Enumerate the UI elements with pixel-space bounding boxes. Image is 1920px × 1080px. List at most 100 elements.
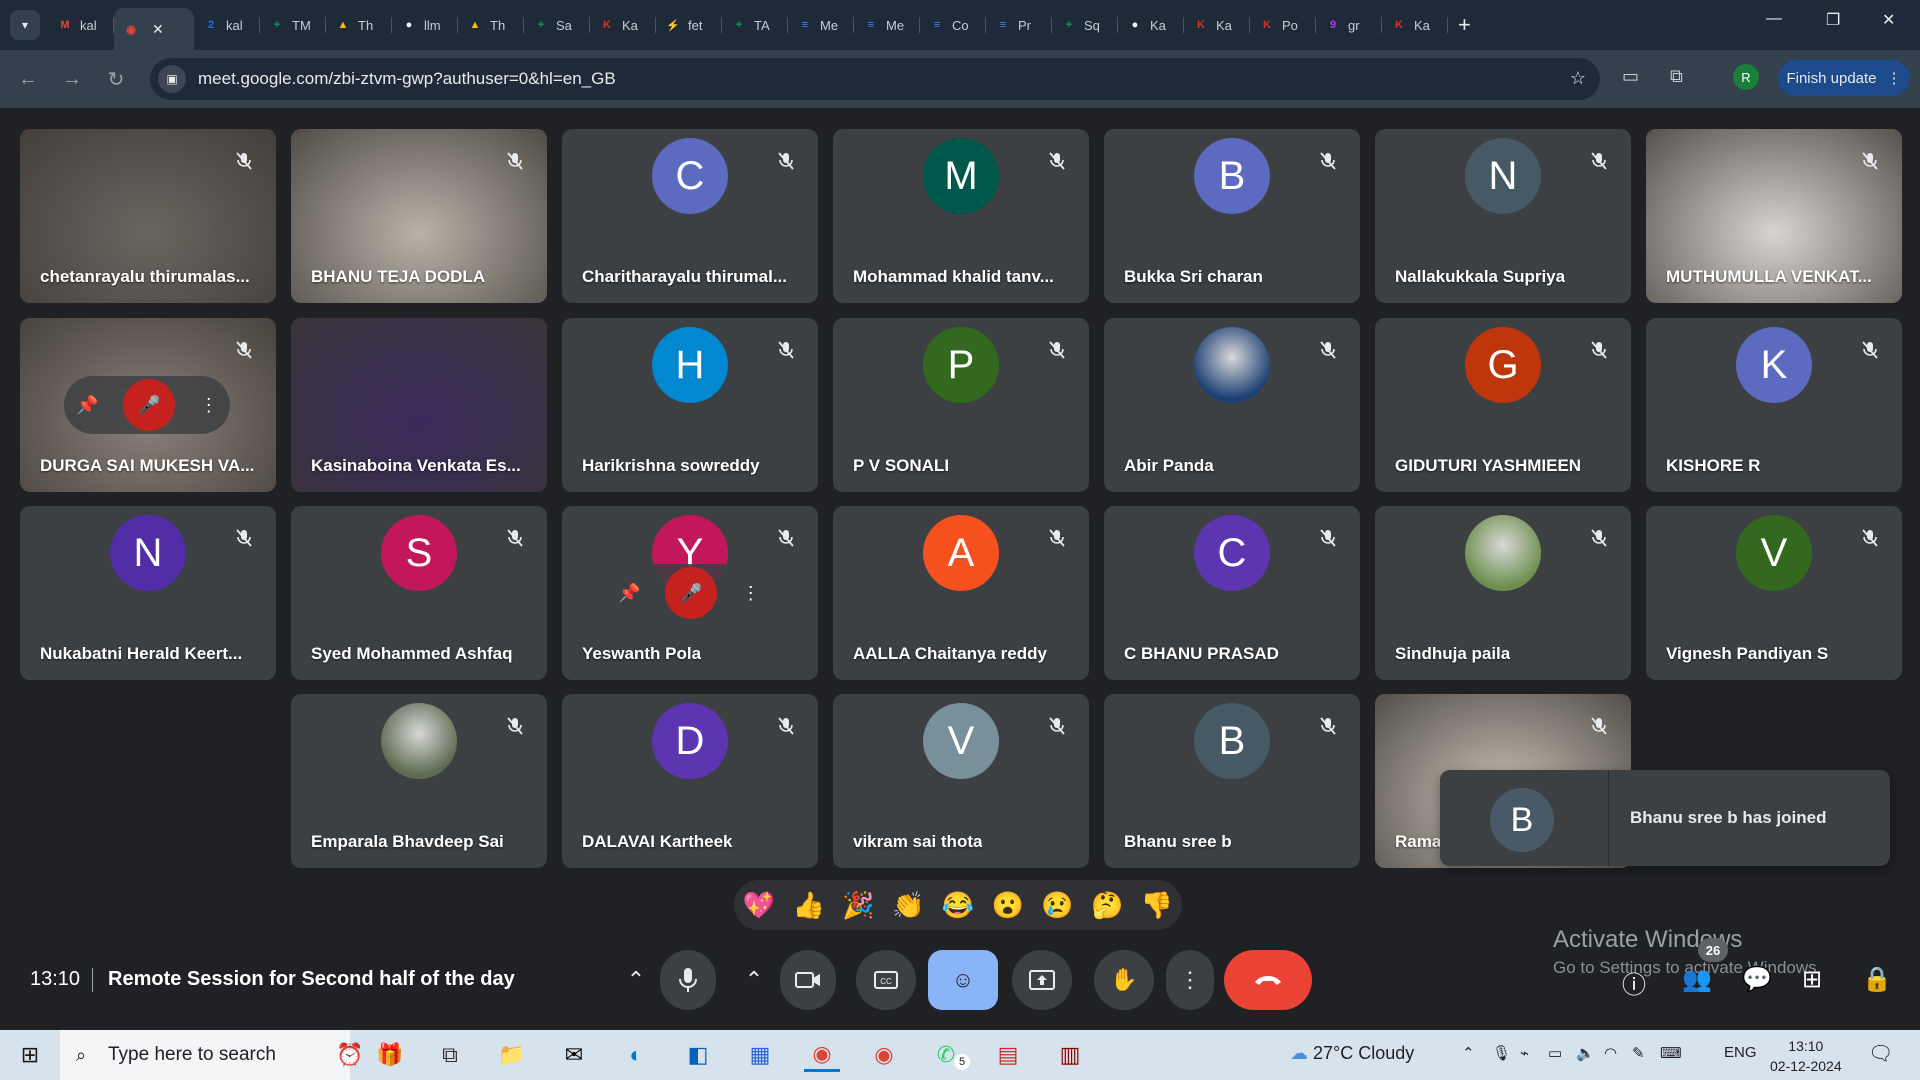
battery-icon[interactable]: ▭ (1548, 1044, 1562, 1062)
browser-tab[interactable]: + TM (260, 7, 326, 43)
minimize-icon[interactable]: — (1766, 10, 1782, 28)
participant-tile[interactable]: K KISHORE R (1646, 318, 1902, 492)
browser-tab[interactable]: K Ka (590, 7, 656, 43)
participant-tile[interactable]: M Mohammad khalid tanv... (833, 129, 1089, 303)
edge-icon[interactable]: ◐ (618, 1038, 654, 1072)
participant-tile[interactable]: Y 📌 🎤 ⋮ Yeswanth Pola (562, 506, 818, 680)
participant-tile[interactable]: B Bukka Sri charan (1104, 129, 1360, 303)
reaction-emoji[interactable]: 😢 (1041, 890, 1073, 921)
browser-tab[interactable]: ≡ Co (920, 7, 986, 43)
back-icon[interactable]: ← (6, 68, 50, 91)
reaction-emoji[interactable]: 💖 (743, 890, 775, 921)
raise-hand-button[interactable]: ✋ (1094, 950, 1154, 1010)
more-options-button[interactable]: ⋮ (1166, 950, 1214, 1010)
participant-tile[interactable]: B Bhanu sree b (1104, 694, 1360, 868)
video-options-chevron[interactable]: ⌃ (728, 950, 780, 1010)
participant-tile[interactable]: H Harikrishna sowreddy (562, 318, 818, 492)
browser-tab[interactable]: K Ka (1184, 7, 1250, 43)
browser-tab[interactable]: K Po (1250, 7, 1316, 43)
notifications-icon[interactable]: 🗨 (1868, 1041, 1893, 1066)
extensions-icon[interactable]: ⧉ (1670, 66, 1683, 87)
browser-tab[interactable]: ≡ Me (854, 7, 920, 43)
participant-tile[interactable]: Sindhuja paila (1375, 506, 1631, 680)
camera-button[interactable] (780, 950, 836, 1010)
mic-tray-icon[interactable]: 🎙 (1492, 1044, 1511, 1062)
close-tab-icon[interactable]: ✕ (152, 21, 164, 38)
participant-tile[interactable]: N Nukabatni Herald Keert... (20, 506, 276, 680)
reaction-emoji[interactable]: 👏 (892, 890, 924, 921)
language-indicator[interactable]: ENG (1724, 1044, 1757, 1061)
taskbar-clock[interactable]: 13:10 02-12-2024 (1770, 1036, 1842, 1076)
pin-icon[interactable]: 📌 (618, 583, 640, 604)
close-window-icon[interactable]: ✕ (1882, 10, 1895, 30)
store-icon[interactable]: ▦ (742, 1038, 778, 1072)
host-controls-icon[interactable]: 🔒 (1862, 965, 1892, 994)
captions-button[interactable]: CC (856, 950, 916, 1010)
meeting-details-icon[interactable]: ⓘ (1622, 965, 1646, 1000)
participant-tile[interactable]: C C BHANU PRASAD (1104, 506, 1360, 680)
reaction-emoji[interactable]: 👍 (792, 890, 824, 921)
browser-tab[interactable]: + Sq (1052, 7, 1118, 43)
app-icon[interactable]: ▤ (990, 1038, 1026, 1072)
audio-options-chevron[interactable]: ⌃ (610, 950, 662, 1010)
participant-tile[interactable]: BHANU TEJA DODLA (291, 129, 547, 303)
browser-tab[interactable]: ≡ Me (788, 7, 854, 43)
reaction-emoji[interactable]: 🎉 (842, 890, 874, 921)
url-text[interactable]: meet.google.com/zbi-ztvm-gwp?authuser=0&… (198, 69, 616, 89)
browser-tab[interactable]: 9 gr (1316, 7, 1382, 43)
mute-participant-button[interactable]: 🎤 (123, 379, 176, 431)
pen-icon[interactable]: ✎ (1632, 1044, 1645, 1062)
finish-update-button[interactable]: Finish update ⋮ (1778, 60, 1910, 96)
show-hidden-icons[interactable]: ⌃ (1462, 1044, 1475, 1062)
new-tab-button[interactable]: + (1458, 12, 1471, 38)
volume-icon[interactable]: 🔈 (1576, 1044, 1595, 1062)
browser-tab[interactable]: K Ka (1382, 7, 1448, 43)
taskbar-search[interactable]: ⌕ Type here to search ⏰ (60, 1030, 363, 1080)
chrome-icon[interactable]: ◉ (804, 1038, 840, 1072)
present-screen-button[interactable] (1012, 950, 1072, 1010)
chat-icon[interactable]: 💬 (1742, 965, 1772, 994)
browser-tab[interactable]: ◉ ✕ (114, 8, 194, 50)
mail-icon[interactable]: ✉ (556, 1038, 592, 1072)
participant-tile[interactable]: Abir Panda (1104, 318, 1360, 492)
microphone-button[interactable] (660, 950, 716, 1010)
address-bar[interactable]: ▣ meet.google.com/zbi-ztvm-gwp?authuser=… (150, 58, 1600, 100)
participant-tile[interactable]: N Nallakukkala Supriya (1375, 129, 1631, 303)
participant-tile[interactable]: S Syed Mohammed Ashfaq (291, 506, 547, 680)
task-view-icon[interactable]: ⧉ (432, 1038, 468, 1072)
participant-tile[interactable]: Emparala Bhavdeep Sai (291, 694, 547, 868)
profile-avatar[interactable]: R (1733, 64, 1759, 90)
more-vert-icon[interactable]: ⋮ (200, 395, 218, 416)
pin-icon[interactable]: 📌 (76, 395, 98, 416)
site-info-icon[interactable]: ▣ (158, 65, 186, 93)
network-icon[interactable]: ⌁ (1520, 1044, 1529, 1062)
outlook-icon[interactable]: ◧ (680, 1038, 716, 1072)
participant-tile[interactable]: C Charitharayalu thirumal... (562, 129, 818, 303)
participant-tile[interactable]: Vvikram sai thota (833, 694, 1089, 868)
browser-tab[interactable]: ▲ Th (458, 7, 524, 43)
gift-icon[interactable]: 🎁 (372, 1038, 408, 1072)
mute-participant-button[interactable]: 🎤 (665, 567, 718, 619)
participant-tile[interactable]: 📌 🎤 ⋮ DURGA SAI MUKESH VA... (20, 318, 276, 492)
wifi-icon[interactable]: ◠ (1604, 1044, 1617, 1062)
browser-tab[interactable]: ● llm (392, 7, 458, 43)
keyboard-icon[interactable]: ⌨ (1660, 1044, 1682, 1062)
participant-tile[interactable]: D DALAVAI Kartheek (562, 694, 818, 868)
browser-tab[interactable]: + TA (722, 7, 788, 43)
restore-icon[interactable]: ❐ (1826, 10, 1840, 30)
browser-tab[interactable]: ≡ Pr (986, 7, 1052, 43)
file-explorer-icon[interactable]: 📁 (494, 1038, 530, 1072)
participant-tile[interactable]: A AALLA Chaitanya reddy (833, 506, 1089, 680)
participant-tile[interactable]: V Vignesh Pandiyan S (1646, 506, 1902, 680)
reload-icon[interactable]: ↻ (94, 67, 138, 92)
emoji-reactions-button[interactable]: ☺ (928, 950, 998, 1010)
browser-tab[interactable]: ⚡ fet (656, 7, 722, 43)
cast-icon[interactable]: ▭ (1622, 66, 1639, 87)
reaction-emoji[interactable]: 😮 (992, 890, 1024, 921)
reaction-emoji[interactable]: 😂 (942, 890, 974, 921)
bookmark-star-icon[interactable]: ☆ (1570, 68, 1586, 89)
reaction-emoji[interactable]: 👎 (1141, 890, 1173, 921)
browser-tab[interactable]: ● Ka (1118, 7, 1184, 43)
browser-tab[interactable]: ▲ Th (326, 7, 392, 43)
windows-start-icon[interactable]: ⊞ (12, 1038, 48, 1072)
